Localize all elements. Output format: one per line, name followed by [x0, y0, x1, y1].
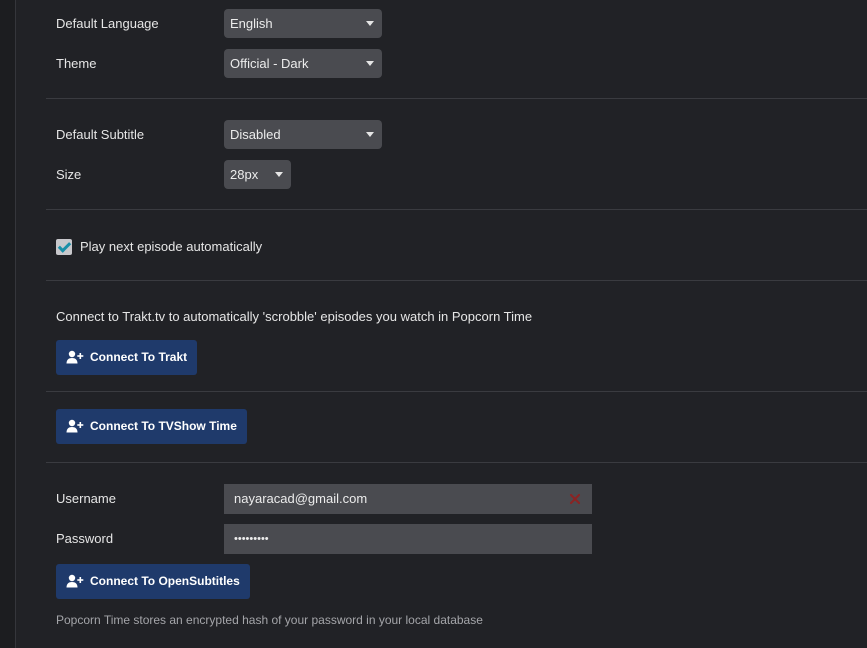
password-value: •••••••••: [234, 533, 269, 545]
trakt-description: Connect to Trakt.tv to automatically 'sc…: [56, 309, 533, 324]
checkmark-icon: [57, 239, 72, 253]
connect-opensubtitles-button[interactable]: Connect To OpenSubtitles: [56, 564, 250, 599]
theme-select[interactable]: Official - Dark: [224, 49, 382, 78]
theme-value: Official - Dark: [230, 56, 309, 71]
autoplay-checkbox[interactable]: [56, 239, 72, 255]
section-divider: [46, 280, 867, 281]
add-user-icon: [66, 419, 84, 433]
password-storage-note: Popcorn Time stores an encrypted hash of…: [56, 613, 483, 627]
clear-icon[interactable]: [568, 492, 582, 506]
subtitle-size-label: Size: [56, 167, 82, 182]
connect-trakt-label: Connect To Trakt: [90, 350, 188, 364]
chevron-down-icon: [366, 132, 374, 137]
add-user-icon: [66, 574, 84, 588]
add-user-icon: [66, 350, 84, 364]
section-divider: [46, 391, 867, 392]
section-divider: [46, 209, 867, 210]
subtitle-size-select[interactable]: 28px: [224, 160, 291, 189]
connect-tvshowtime-button[interactable]: Connect To TVShow Time: [56, 409, 247, 444]
default-subtitle-value: Disabled: [230, 127, 281, 142]
autoplay-label[interactable]: Play next episode automatically: [80, 239, 262, 255]
connect-opensubtitles-label: Connect To OpenSubtitles: [90, 574, 240, 588]
default-language-value: English: [230, 16, 273, 31]
settings-content: Default Language English Theme Official …: [46, 0, 867, 648]
username-label: Username: [56, 491, 116, 506]
section-divider: [46, 98, 867, 99]
settings-page: Default Language English Theme Official …: [0, 0, 867, 648]
default-language-label: Default Language: [56, 16, 159, 31]
theme-label: Theme: [56, 56, 97, 71]
default-subtitle-label: Default Subtitle: [56, 127, 145, 142]
chevron-down-icon: [366, 61, 374, 66]
section-divider: [46, 462, 867, 463]
password-label: Password: [56, 531, 114, 546]
left-rail: [0, 0, 16, 648]
default-language-select[interactable]: English: [224, 9, 382, 38]
subtitle-size-value: 28px: [230, 167, 259, 182]
chevron-down-icon: [275, 172, 283, 177]
password-input[interactable]: •••••••••: [224, 524, 592, 554]
username-input[interactable]: nayaracad@gmail.com: [224, 484, 592, 514]
connect-trakt-button[interactable]: Connect To Trakt: [56, 340, 198, 375]
username-value: nayaracad@gmail.com: [234, 491, 368, 506]
chevron-down-icon: [366, 21, 374, 26]
connect-tvshowtime-label: Connect To TVShow Time: [90, 419, 237, 433]
default-subtitle-select[interactable]: Disabled: [224, 120, 382, 149]
